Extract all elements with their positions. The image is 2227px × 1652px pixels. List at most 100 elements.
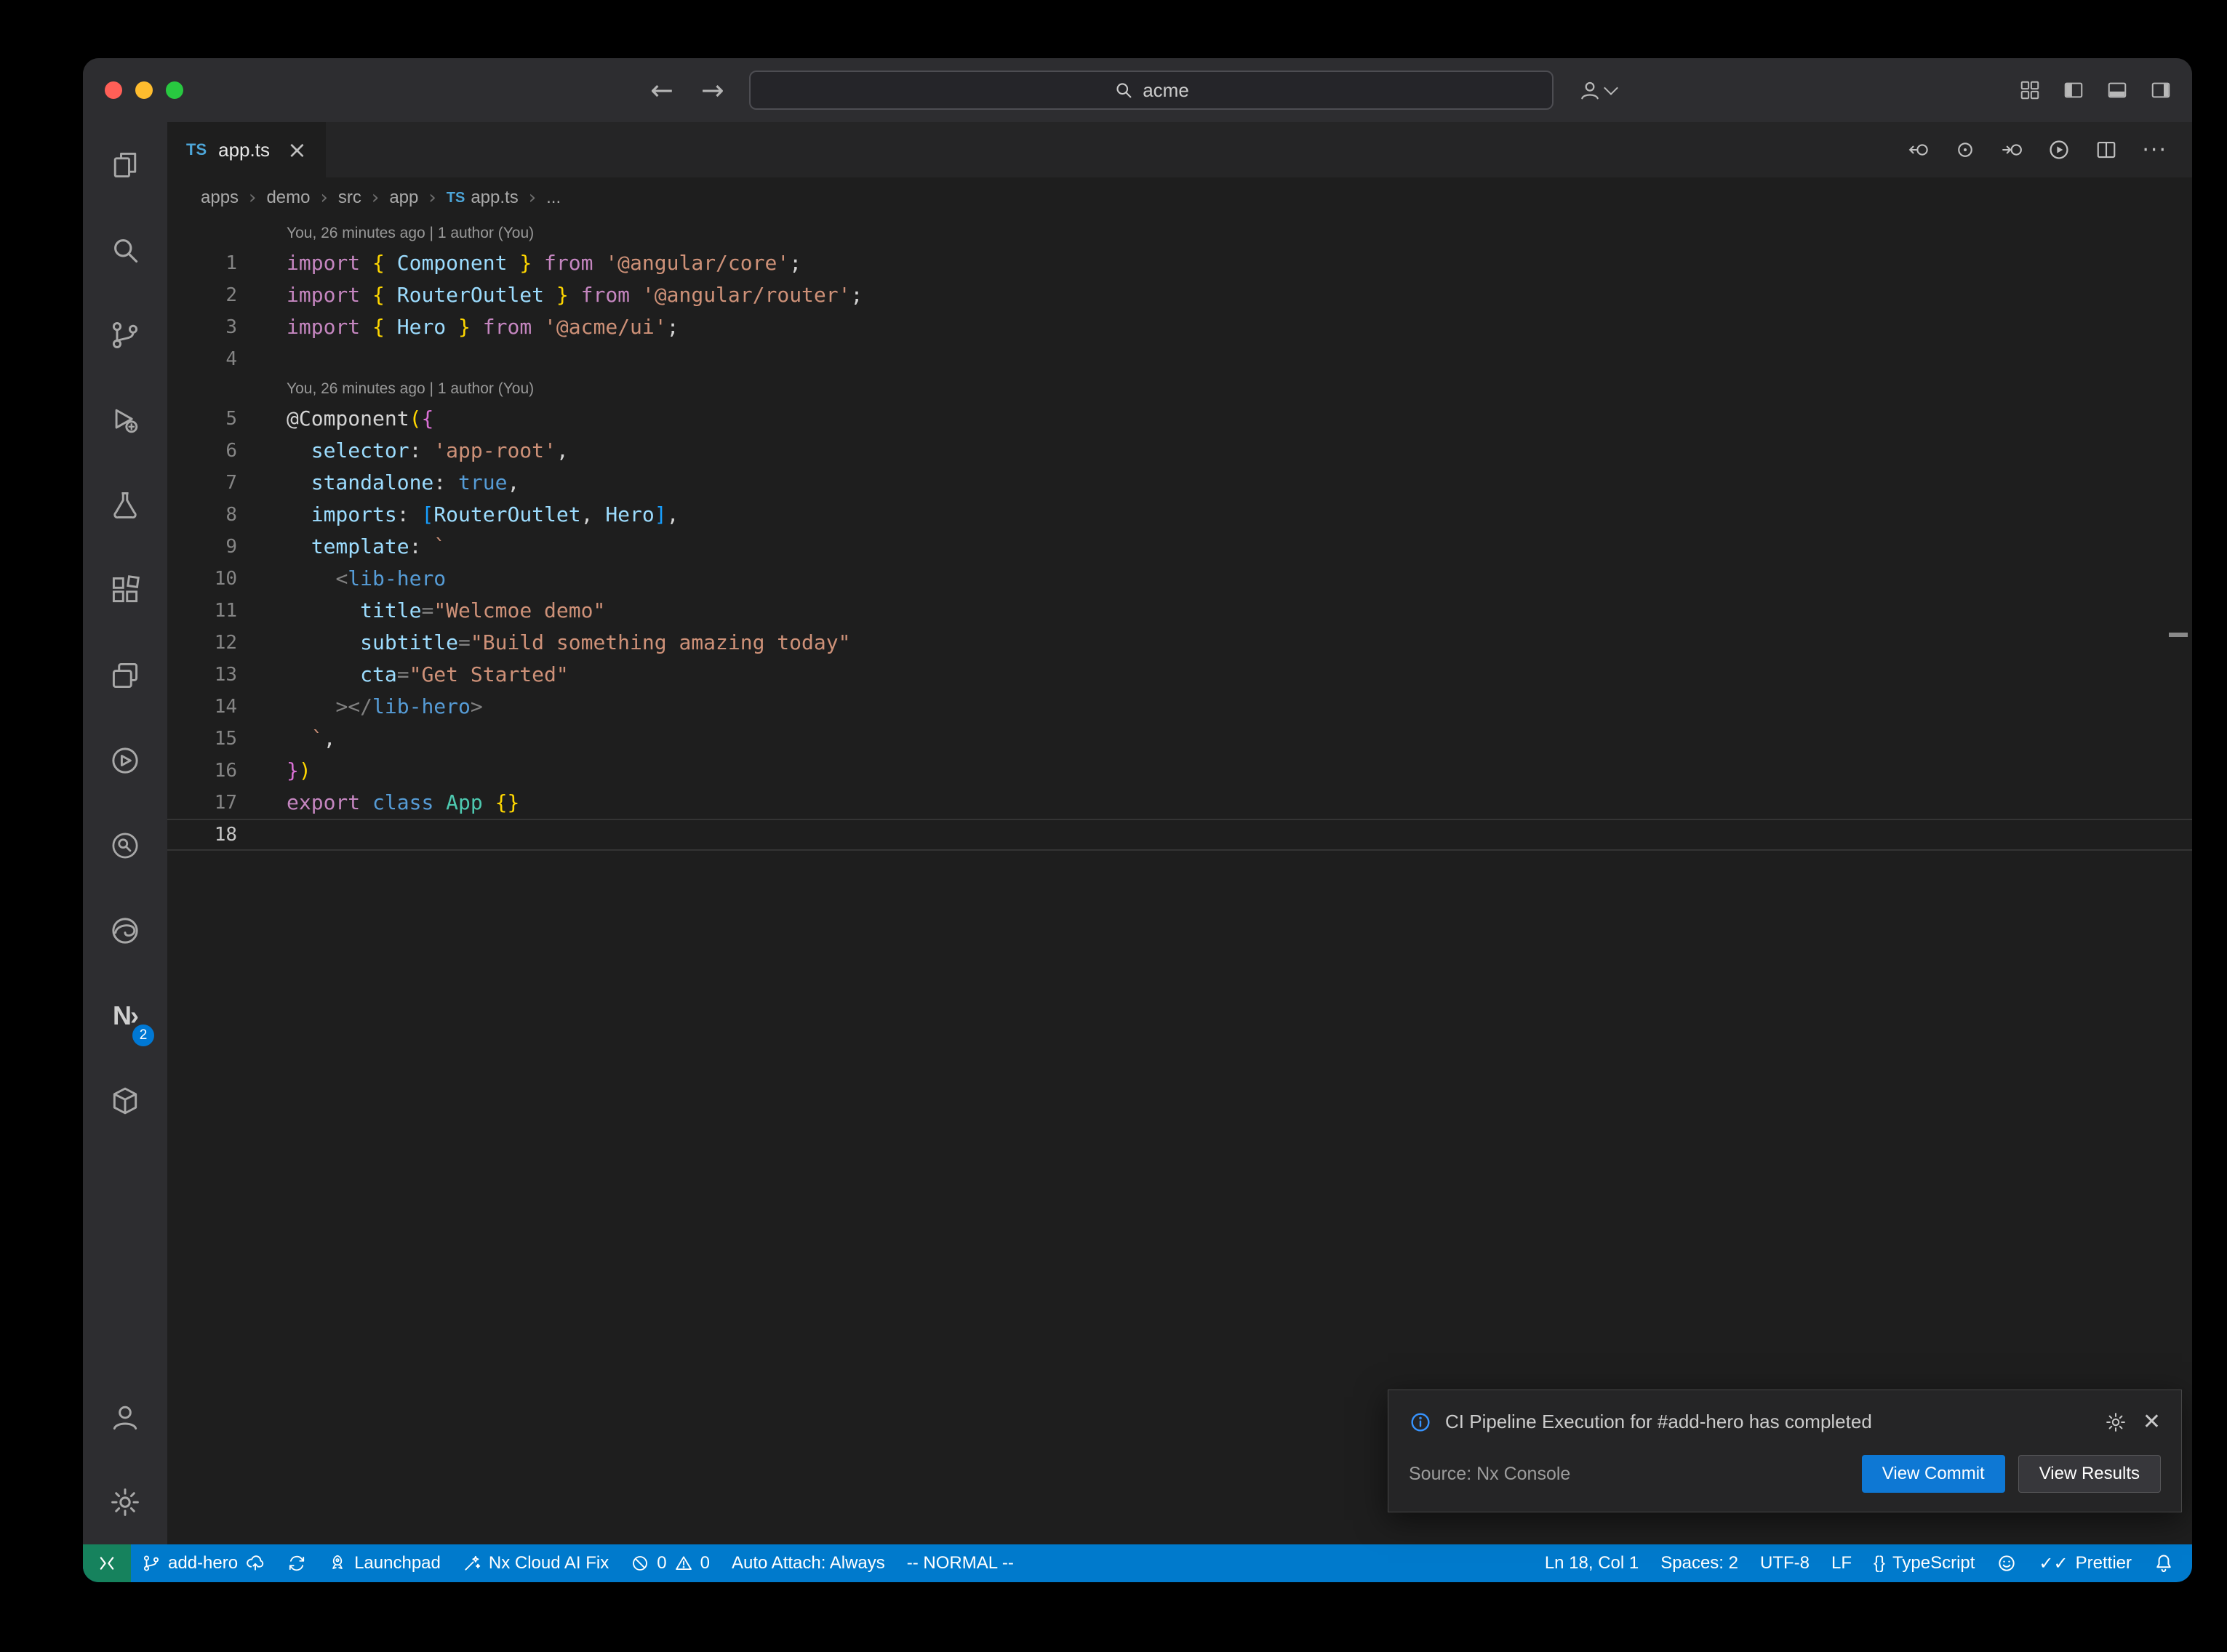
double-check-icon: ✓✓ xyxy=(2039,1553,2068,1573)
language-mode-item[interactable]: {} TypeScript xyxy=(1863,1544,1986,1582)
line-number: 2 xyxy=(167,279,237,311)
sidebar-item-explorer[interactable] xyxy=(83,122,167,207)
code-line-2[interactable]: 2import { RouterOutlet } from '@angular/… xyxy=(167,279,2192,311)
minimize-window-button[interactable] xyxy=(135,81,153,99)
encoding-item[interactable]: UTF-8 xyxy=(1749,1544,1820,1582)
breadcrumb-item-apps[interactable]: apps xyxy=(201,188,239,208)
indentation-item[interactable]: Spaces: 2 xyxy=(1650,1544,1749,1582)
breadcrumb-item-...[interactable]: ... xyxy=(546,188,561,208)
account-icon xyxy=(1578,79,1602,102)
remote-indicator[interactable] xyxy=(83,1544,131,1582)
close-window-button[interactable] xyxy=(105,81,122,99)
braces-icon: {} xyxy=(1874,1553,1885,1573)
code-line-7[interactable]: 7 standalone: true, xyxy=(167,467,2192,499)
zoom-window-button[interactable] xyxy=(166,81,183,99)
code-line-8[interactable]: 8 imports: [RouterOutlet, Hero], xyxy=(167,499,2192,531)
breadcrumb-item-demo[interactable]: demo xyxy=(266,188,310,208)
code-line-10[interactable]: 10 <lib-hero xyxy=(167,563,2192,595)
sidebar-item-run-tasks[interactable] xyxy=(83,718,167,803)
open-changes-icon[interactable] xyxy=(1908,139,1930,161)
codelens-blame[interactable]: You, 26 minutes ago | 1 author (You) xyxy=(167,220,2192,247)
toggle-sidebar-right-icon[interactable] xyxy=(2150,79,2172,101)
vim-mode-item[interactable]: -- NORMAL -- xyxy=(896,1544,1025,1582)
customize-layout-icon[interactable] xyxy=(2019,79,2041,101)
toggle-annotations-icon[interactable] xyxy=(1954,139,1976,161)
sync-status-item[interactable] xyxy=(276,1544,317,1582)
eol-label: LF xyxy=(1831,1553,1852,1573)
code-line-3[interactable]: 3import { Hero } from '@acme/ui'; xyxy=(167,311,2192,343)
split-editor-icon[interactable] xyxy=(2095,139,2117,161)
code-line-6[interactable]: 6 selector: 'app-root', xyxy=(167,435,2192,467)
settings-button[interactable] xyxy=(83,1459,167,1544)
line-number: 10 xyxy=(167,563,237,595)
code-line-17[interactable]: 17export class App {} xyxy=(167,787,2192,819)
code-line-9[interactable]: 9 template: ` xyxy=(167,531,2192,563)
typescript-file-icon: TS xyxy=(186,140,207,159)
code-line-5[interactable]: 5@Component({ xyxy=(167,403,2192,435)
launchpad-rocket-icon xyxy=(328,1554,347,1573)
chevron-down-icon xyxy=(1604,81,1618,95)
more-actions-icon[interactable]: ··· xyxy=(2142,137,2167,163)
close-tab-icon[interactable]: × xyxy=(287,136,307,164)
navigate-back-icon[interactable]: ← xyxy=(650,74,673,106)
tab-label: app.ts xyxy=(218,139,270,161)
auto-attach-label: Auto Attach: Always xyxy=(732,1553,885,1573)
activity-bar: N› 2 xyxy=(83,122,167,1544)
branch-status-item[interactable]: add-hero xyxy=(131,1544,276,1582)
sidebar-item-edge-devtools[interactable] xyxy=(83,888,167,973)
navigate-forward-icon[interactable]: → xyxy=(701,74,724,106)
account-menu[interactable] xyxy=(1578,58,1616,122)
circle-search-icon xyxy=(109,830,141,862)
view-results-button[interactable]: View Results xyxy=(2018,1455,2161,1493)
code-line-11[interactable]: 11 title="Welcmoe demo" xyxy=(167,595,2192,627)
toggle-sidebar-left-icon[interactable] xyxy=(2063,79,2084,101)
tab-app-ts[interactable]: TS app.ts × xyxy=(167,122,326,177)
notifications-bell-item[interactable] xyxy=(2143,1544,2185,1582)
accounts-button[interactable] xyxy=(83,1374,167,1459)
problems-status-item[interactable]: 0 0 xyxy=(620,1544,721,1582)
breadcrumb-item-app[interactable]: app xyxy=(389,188,418,208)
launchpad-status-item[interactable]: Launchpad xyxy=(317,1544,452,1582)
breadcrumb-item-app.ts[interactable]: TSapp.ts xyxy=(447,188,519,208)
line-number: 7 xyxy=(167,467,237,499)
notification-close-icon[interactable]: ✕ xyxy=(2143,1409,2161,1435)
code-line-13[interactable]: 13 cta="Get Started" xyxy=(167,659,2192,691)
breadcrumb-separator: › xyxy=(428,187,436,209)
nx-cloud-ai-fix-item[interactable]: Nx Cloud AI Fix xyxy=(452,1544,620,1582)
view-commit-button[interactable]: View Commit xyxy=(1862,1455,2005,1493)
ai-fix-wand-icon xyxy=(463,1554,481,1573)
command-center-search[interactable]: acme xyxy=(749,71,1554,110)
run-debug-menu-icon[interactable] xyxy=(2047,138,2071,161)
run-file-icon[interactable] xyxy=(2001,139,2023,161)
sidebar-item-search[interactable] xyxy=(83,207,167,292)
line-number: 5 xyxy=(167,403,237,435)
sidebar-item-source-control[interactable] xyxy=(83,292,167,377)
sidebar-item-containers[interactable] xyxy=(83,1058,167,1143)
code-line-15[interactable]: 15 `, xyxy=(167,723,2192,755)
sidebar-item-run-debug[interactable] xyxy=(83,377,167,462)
code-line-16[interactable]: 16}) xyxy=(167,755,2192,787)
notification-settings-gear-icon[interactable] xyxy=(2105,1411,2127,1433)
cursor-position-item[interactable]: Ln 18, Col 1 xyxy=(1534,1544,1650,1582)
extensions-icon xyxy=(109,574,141,606)
code-line-14[interactable]: 14 ></lib-hero> xyxy=(167,691,2192,723)
container-cube-icon xyxy=(109,1085,141,1117)
sidebar-item-extensions[interactable] xyxy=(83,548,167,633)
auto-attach-item[interactable]: Auto Attach: Always xyxy=(721,1544,896,1582)
sidebar-item-remote-explorer[interactable] xyxy=(83,633,167,718)
code-line-4[interactable]: 4 xyxy=(167,343,2192,375)
sidebar-item-testing[interactable] xyxy=(83,462,167,548)
sidebar-item-code-search[interactable] xyxy=(83,803,167,888)
formatter-item[interactable]: ✓✓ Prettier xyxy=(2028,1544,2143,1582)
code-line-18[interactable]: 18 xyxy=(167,819,2192,851)
code-line-12[interactable]: 12 subtitle="Build something amazing tod… xyxy=(167,627,2192,659)
code-line-1[interactable]: 1import { Component } from '@angular/cor… xyxy=(167,247,2192,279)
line-number: 4 xyxy=(167,343,237,375)
feedback-item[interactable] xyxy=(1986,1544,2028,1582)
toggle-panel-icon[interactable] xyxy=(2106,79,2128,101)
titlebar: ← → acme xyxy=(83,58,2192,122)
sidebar-item-nx-console[interactable]: N› 2 xyxy=(83,973,167,1058)
codelens-blame[interactable]: You, 26 minutes ago | 1 author (You) xyxy=(167,375,2192,403)
eol-item[interactable]: LF xyxy=(1820,1544,1863,1582)
breadcrumb-item-src[interactable]: src xyxy=(338,188,361,208)
